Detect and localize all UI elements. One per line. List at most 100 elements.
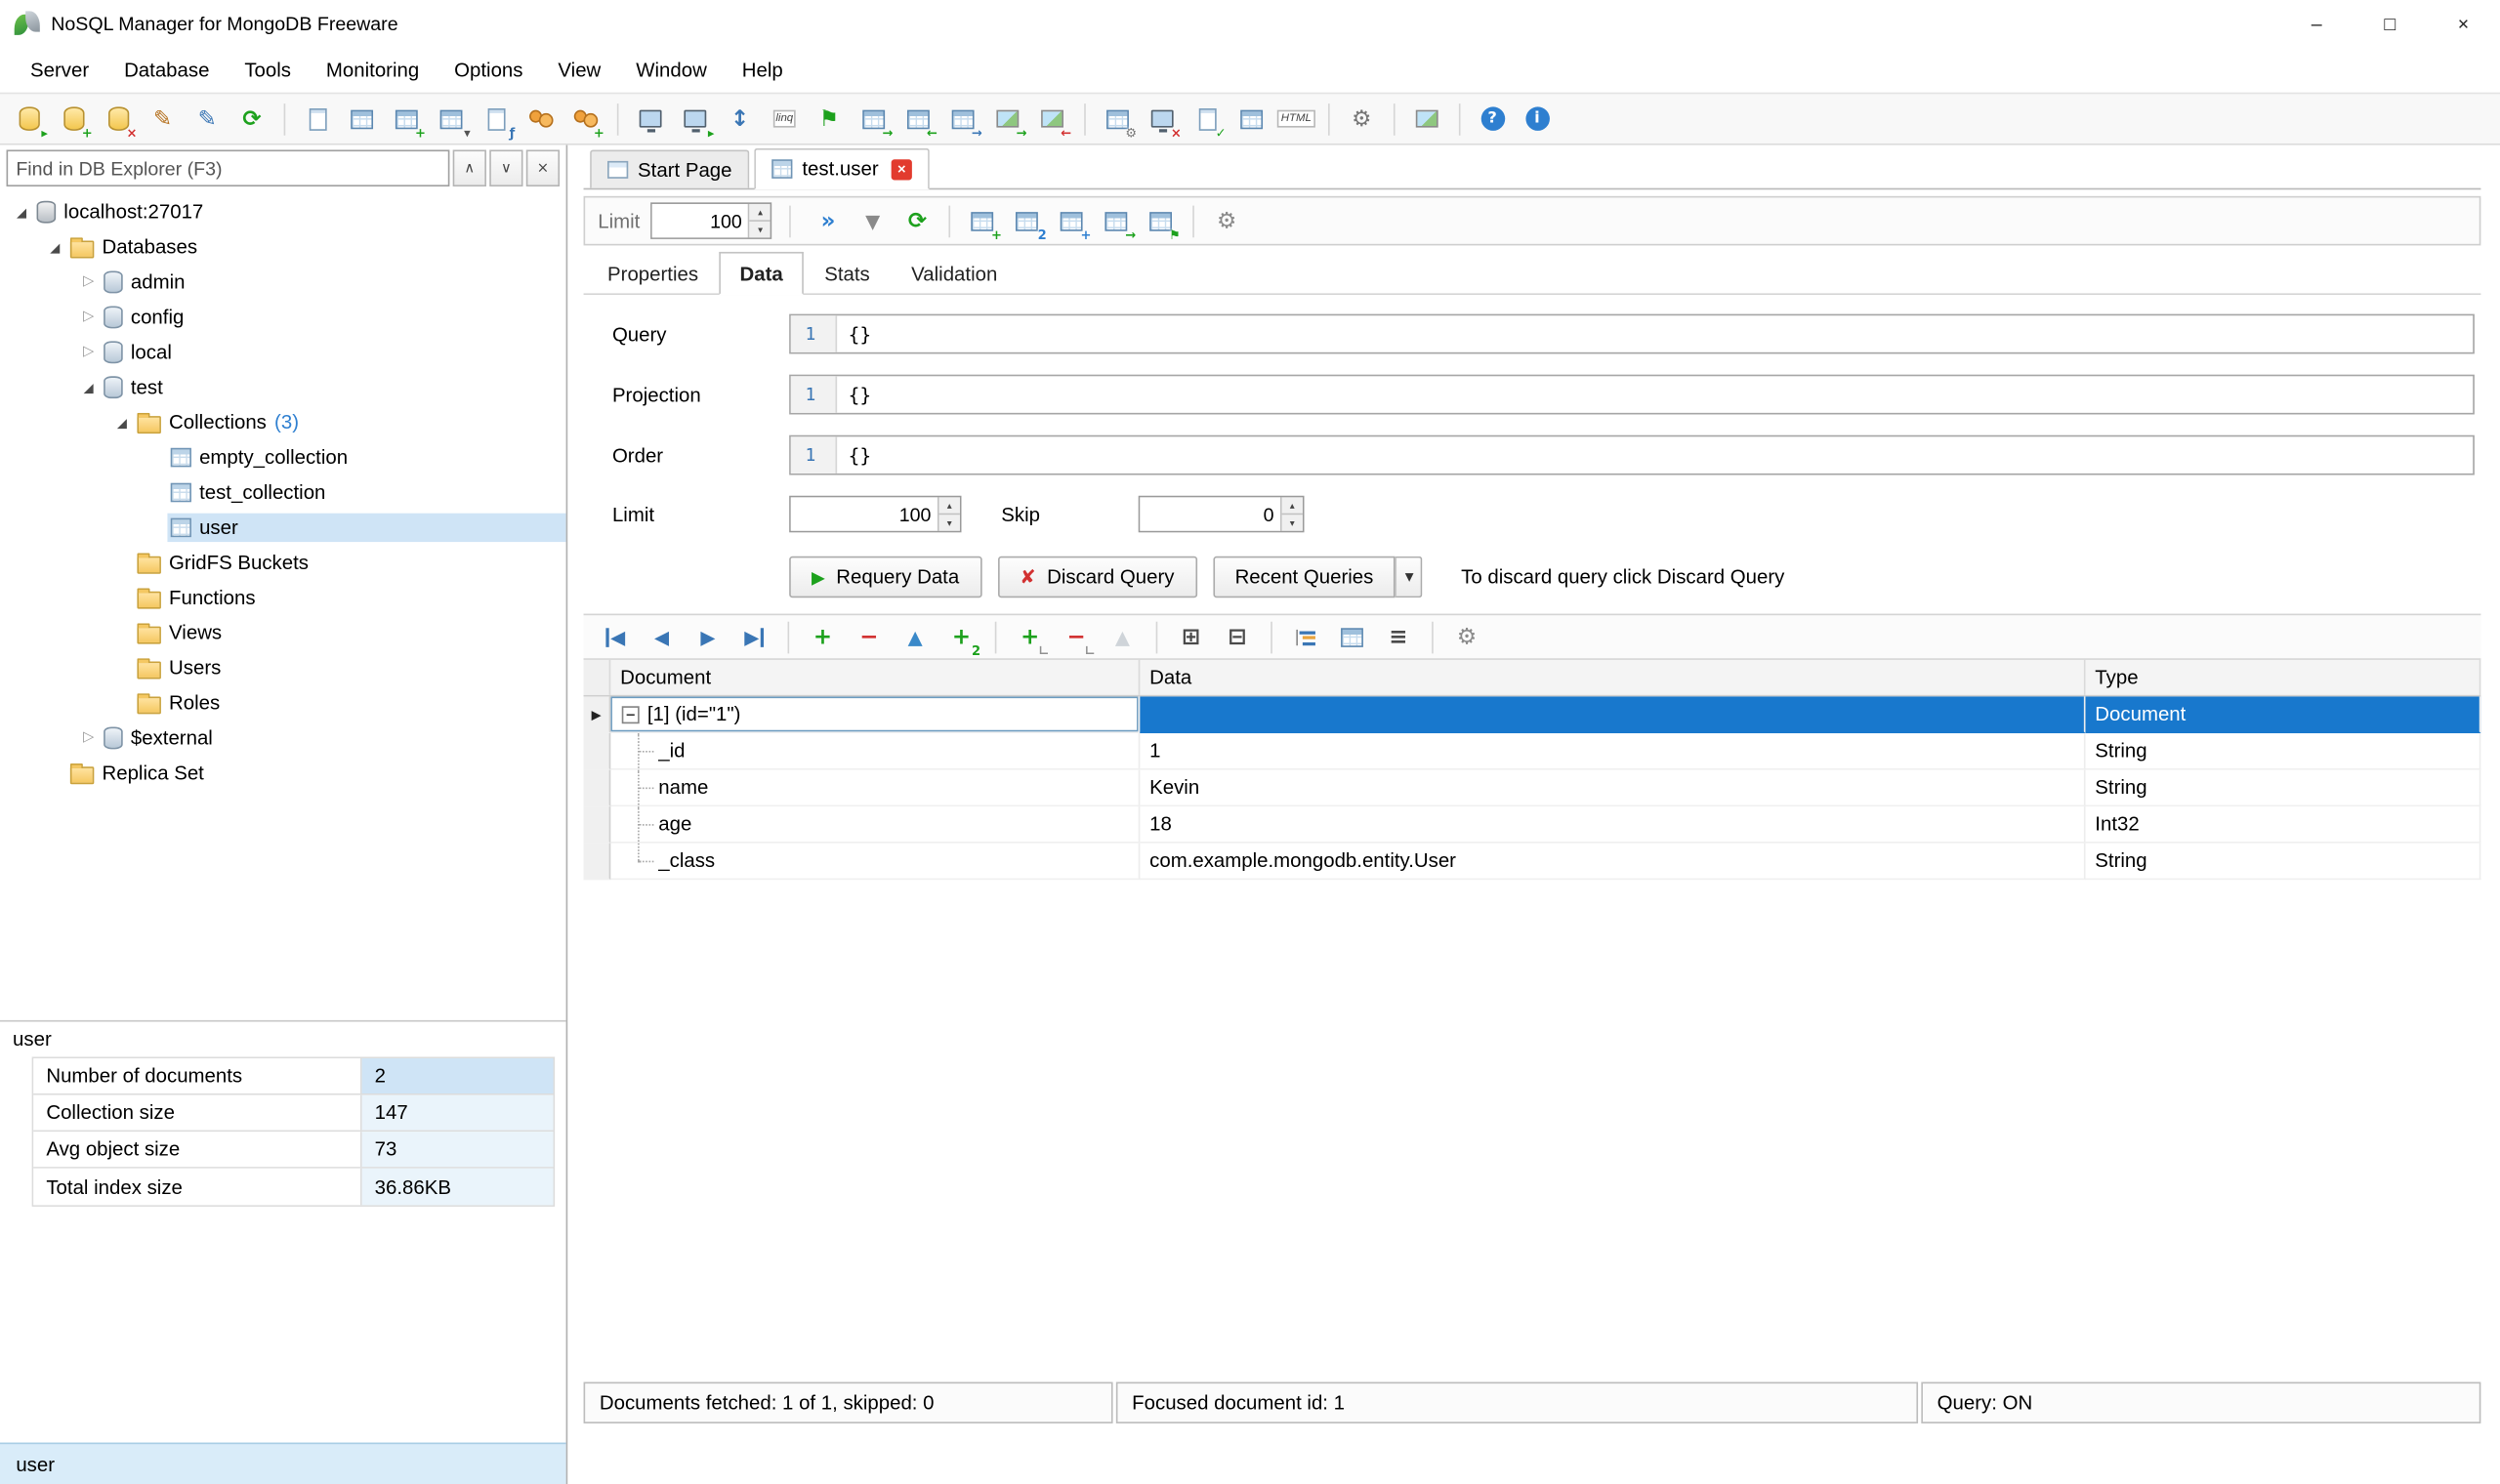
maximize-button[interactable]: □: [2354, 0, 2427, 48]
limit-field-spinbox[interactable]: ▴▾: [789, 496, 961, 533]
tab-properties[interactable]: Properties: [587, 252, 719, 293]
new-connection-icon[interactable]: +: [55, 100, 93, 138]
type-cell[interactable]: Int32: [2086, 806, 2481, 844]
menu-server[interactable]: Server: [13, 48, 106, 93]
spin-down-icon[interactable]: ▾: [939, 515, 960, 530]
type-cell[interactable]: String: [2086, 844, 2481, 881]
menu-options[interactable]: Options: [437, 48, 540, 93]
refresh-icon[interactable]: ⟳: [232, 100, 271, 138]
tree-node-functions[interactable]: Functions: [0, 580, 566, 615]
expand-arrow-icon[interactable]: ▷: [76, 274, 100, 290]
collapse-arrow-icon[interactable]: ◢: [76, 380, 100, 394]
data-grid-icon[interactable]: [1232, 100, 1271, 138]
tab-stats[interactable]: Stats: [804, 252, 891, 293]
order-editor[interactable]: 1{}: [789, 435, 2475, 475]
help-icon[interactable]: ?: [1474, 100, 1512, 138]
export-results-icon[interactable]: →: [988, 100, 1026, 138]
disconnect-server-icon[interactable]: ×: [99, 100, 137, 138]
add-records-icon[interactable]: +2: [942, 618, 980, 656]
add-record-icon[interactable]: +: [804, 618, 842, 656]
document-cell[interactable]: name: [610, 770, 1140, 807]
column-header-type[interactable]: Type: [2086, 660, 2481, 695]
server-status-icon[interactable]: ▸: [676, 100, 714, 138]
tree-node-external[interactable]: ▷$external: [0, 721, 566, 756]
type-cell[interactable]: String: [2086, 733, 2481, 770]
grid-row[interactable]: _classcom.example.mongodb.entity.UserStr…: [584, 844, 2481, 881]
duplicate-document-icon[interactable]: +: [1053, 202, 1091, 240]
close-results-icon[interactable]: ×: [1144, 100, 1182, 138]
tree-node-admin[interactable]: ▷admin: [0, 265, 566, 300]
collapse-arrow-icon[interactable]: ◢: [43, 240, 66, 255]
recent-queries-button[interactable]: Recent Queries: [1213, 556, 1396, 598]
grid-row[interactable]: _id1String: [584, 733, 2481, 770]
profiler-icon[interactable]: ↕: [721, 100, 759, 138]
tree-node-replica-set[interactable]: Replica Set: [0, 756, 566, 791]
report-icon[interactable]: ✓: [1188, 100, 1226, 138]
tree-node-localhost-27017[interactable]: ◢localhost:27017: [0, 194, 566, 229]
expand-arrow-icon[interactable]: ▷: [76, 345, 100, 360]
tree-node-test[interactable]: ◢test: [0, 370, 566, 405]
collapse-arrow-icon[interactable]: ◢: [10, 205, 33, 220]
recent-queries-dropdown[interactable]: ▼: [1396, 556, 1423, 598]
spin-up-icon[interactable]: ▴: [939, 497, 960, 515]
add-document-icon[interactable]: +: [964, 202, 1002, 240]
grid-row[interactable]: age18Int32: [584, 806, 2481, 844]
expand-all-icon[interactable]: ⊞: [1172, 618, 1210, 656]
html-export-icon[interactable]: HTML: [1277, 100, 1315, 138]
spin-up-icon[interactable]: ▴: [750, 204, 771, 222]
first-record-icon[interactable]: ◀: [597, 618, 635, 656]
import-collection-icon[interactable]: ←: [899, 100, 938, 138]
menu-window[interactable]: Window: [618, 48, 725, 93]
query-editor-content[interactable]: {}: [837, 315, 2473, 352]
linq-editor-icon[interactable]: linq: [766, 100, 804, 138]
close-button[interactable]: ×: [2427, 0, 2500, 48]
tab-data[interactable]: Data: [719, 252, 804, 295]
roles-icon[interactable]: +: [566, 100, 604, 138]
export-documents-icon[interactable]: →: [1098, 202, 1136, 240]
fetch-more-icon[interactable]: »: [809, 202, 847, 240]
close-tab-icon[interactable]: ×: [892, 158, 912, 179]
menu-help[interactable]: Help: [725, 48, 801, 93]
view-table-icon[interactable]: ▾: [432, 100, 470, 138]
collapse-all-icon[interactable]: ⊟: [1218, 618, 1256, 656]
data-cell[interactable]: 18: [1140, 806, 2085, 844]
copy-collection-icon[interactable]: →: [944, 100, 982, 138]
projection-editor-content[interactable]: {}: [837, 376, 2473, 413]
about-icon[interactable]: i: [1518, 100, 1556, 138]
grid-row[interactable]: ▶[1] (id="1")Document: [584, 696, 2481, 733]
tree-node-empty-collection[interactable]: empty_collection: [0, 440, 566, 475]
grid-row[interactable]: nameKevinString: [584, 770, 2481, 807]
search-close-button[interactable]: ×: [526, 149, 560, 186]
map-reduce-icon[interactable]: ⚑: [810, 100, 848, 138]
query-editor[interactable]: 1{}: [789, 314, 2475, 354]
document-cell[interactable]: _class: [610, 844, 1140, 881]
data-view-settings-icon[interactable]: ⚙: [1208, 202, 1246, 240]
new-collection-icon[interactable]: +: [388, 100, 426, 138]
discard-query-button[interactable]: ✘ Discard Query: [997, 556, 1196, 598]
edit-query-icon[interactable]: ✎: [188, 100, 227, 138]
insert-field-icon[interactable]: +∟: [1011, 618, 1049, 656]
add-documents-icon[interactable]: 2: [1008, 202, 1046, 240]
document-cell[interactable]: age: [610, 806, 1140, 844]
column-header-data[interactable]: Data: [1140, 660, 2085, 695]
data-cell[interactable]: 1: [1140, 733, 2085, 770]
data-cell[interactable]: [1140, 696, 2085, 733]
cancel-edit-icon[interactable]: ▲: [1104, 618, 1142, 656]
tab-start-page[interactable]: Start Page: [590, 149, 749, 187]
tree-node-users[interactable]: Users: [0, 650, 566, 685]
tree-node-gridfs-buckets[interactable]: GridFS Buckets: [0, 545, 566, 580]
spin-up-icon[interactable]: ▴: [1282, 497, 1303, 515]
query-options-icon[interactable]: ⚙: [1099, 100, 1137, 138]
edit-record-icon[interactable]: ▲: [896, 618, 935, 656]
requery-data-button[interactable]: ▶ Requery Data: [789, 556, 981, 598]
view-documents-icon[interactable]: [343, 100, 381, 138]
delete-record-icon[interactable]: −: [850, 618, 888, 656]
delete-field-icon[interactable]: −∟: [1057, 618, 1095, 656]
settings-icon[interactable]: ⚙: [1343, 100, 1381, 138]
search-prev-button[interactable]: ∧: [453, 149, 486, 186]
menu-tools[interactable]: Tools: [227, 48, 309, 93]
limit-input[interactable]: [652, 204, 748, 237]
prev-record-icon[interactable]: ◀: [643, 618, 681, 656]
expand-arrow-icon[interactable]: ▷: [76, 730, 100, 746]
menu-database[interactable]: Database: [106, 48, 227, 93]
